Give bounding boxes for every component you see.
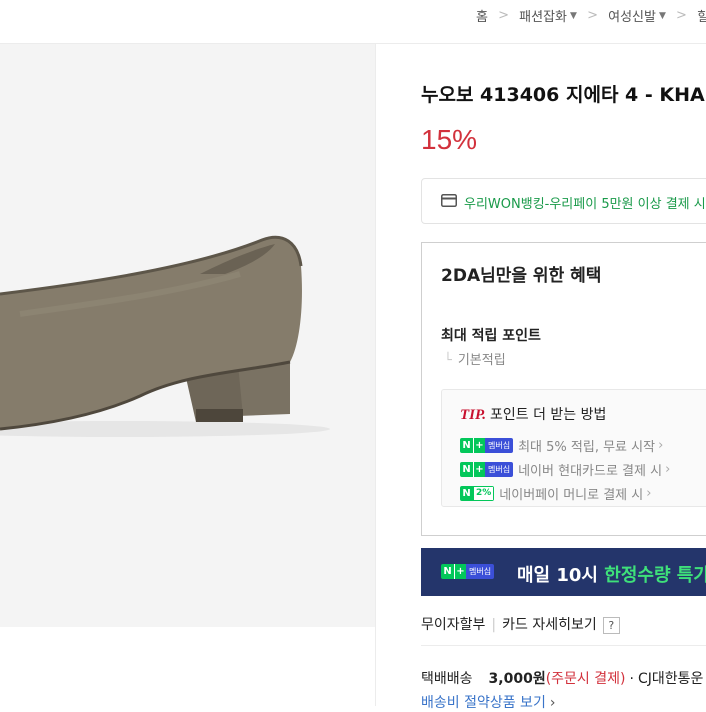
chevron-right-icon: ›	[549, 695, 556, 711]
max-points-label: 최대 적립 포인트	[441, 328, 541, 344]
breadcrumb: 홈 > 패션잡화▼ > 여성신발▼ > 힐/펌	[476, 6, 706, 25]
benefits-panel: 2DA님만을 위한 혜택 최대 적립 포인트 └ 기본적립 TIP. 포인트 더 받…	[421, 242, 706, 536]
shipping-saving-link[interactable]: 배송비 절약상품 보기 ›	[421, 692, 555, 712]
installment-row: 무이자할부 | 카드 자세히보기?	[421, 614, 620, 634]
membership-deal-banner[interactable]: N + 멤버십 매일 10시 한정수량 특가	[421, 548, 706, 596]
caret-down-icon: ▼	[570, 10, 577, 21]
tip-text: 포인트 더 받는 방법	[489, 407, 607, 423]
tip-heading: TIP. 포인트 더 받는 방법	[460, 404, 606, 424]
product-image[interactable]	[0, 44, 375, 627]
shipping-label: 택배배송	[421, 671, 473, 687]
membership-deal-text: 매일 10시 한정수량 특가	[517, 565, 706, 586]
naver-membership-badge: N + 멤버십	[460, 462, 514, 477]
promo-text: 우리WON뱅킹-우리페이 5만원 이상 결제 시	[464, 197, 706, 212]
product-title: 누오보 413406 지에타 4 - KHAKI	[421, 84, 706, 106]
shoe-illustration	[0, 235, 330, 437]
breadcrumb-category-fashion[interactable]: 패션잡화 ▼	[519, 6, 577, 25]
help-icon[interactable]: ?	[602, 616, 620, 634]
chevron-right-icon: ›	[665, 462, 671, 477]
tip-row-naverpay-money[interactable]: N 2% 네이버페이 머니로 결제 시 ›	[460, 484, 652, 503]
chevron-right-icon: ›	[658, 438, 664, 453]
payment-promo-banner[interactable]: 우리WON뱅킹-우리페이 5만원 이상 결제 시	[421, 178, 706, 224]
chevron-right-icon: >	[587, 8, 598, 23]
tree-line-icon: └	[444, 353, 452, 368]
caret-down-icon: ▼	[658, 10, 666, 21]
tip-row-membership[interactable]: N + 멤버십 최대 5% 적립, 무료 시작 ›	[460, 436, 664, 455]
breadcrumb-category-heels[interactable]: 힐/펌	[697, 6, 706, 25]
chevron-right-icon: >	[676, 8, 687, 23]
installment-label: 무이자할부	[421, 617, 486, 633]
tip-label: TIP.	[460, 407, 486, 423]
shipping-row: 택배배송 3,000원(주문시 결제) · CJ대한통운	[421, 671, 704, 687]
naverpay-percent-badge: N 2%	[460, 486, 495, 501]
benefits-title: 2DA님만을 위한 혜택	[441, 266, 602, 286]
breadcrumb-home[interactable]: 홈	[476, 6, 488, 25]
shipping-condition: (주문시 결제)	[545, 671, 626, 687]
breadcrumb-category-womens-shoes[interactable]: 여성신발 ▼	[608, 6, 666, 25]
base-points-label: └ 기본적립	[444, 353, 506, 368]
shipping-fee: 3,000원	[488, 671, 546, 687]
shipping-divider	[421, 645, 706, 646]
naver-membership-badge: N + 멤버십	[460, 438, 514, 453]
discount-rate: 15%	[421, 124, 478, 155]
column-divider	[375, 44, 376, 706]
card-details-link[interactable]: 카드 자세히보기	[502, 617, 597, 633]
credit-card-icon	[441, 194, 457, 207]
tip-row-hyundai-card[interactable]: N + 멤버십 네이버 현대카드로 결제 시 ›	[460, 460, 671, 479]
tip-box: TIP. 포인트 더 받는 방법 N + 멤버십 최대 5% 적립, 무료 시작 › N +…	[441, 389, 706, 507]
naver-membership-badge: N + 멤버십	[441, 564, 495, 579]
chevron-right-icon: >	[498, 8, 510, 23]
courier-name: CJ대한통운	[637, 671, 704, 687]
chevron-right-icon: ›	[646, 486, 652, 501]
